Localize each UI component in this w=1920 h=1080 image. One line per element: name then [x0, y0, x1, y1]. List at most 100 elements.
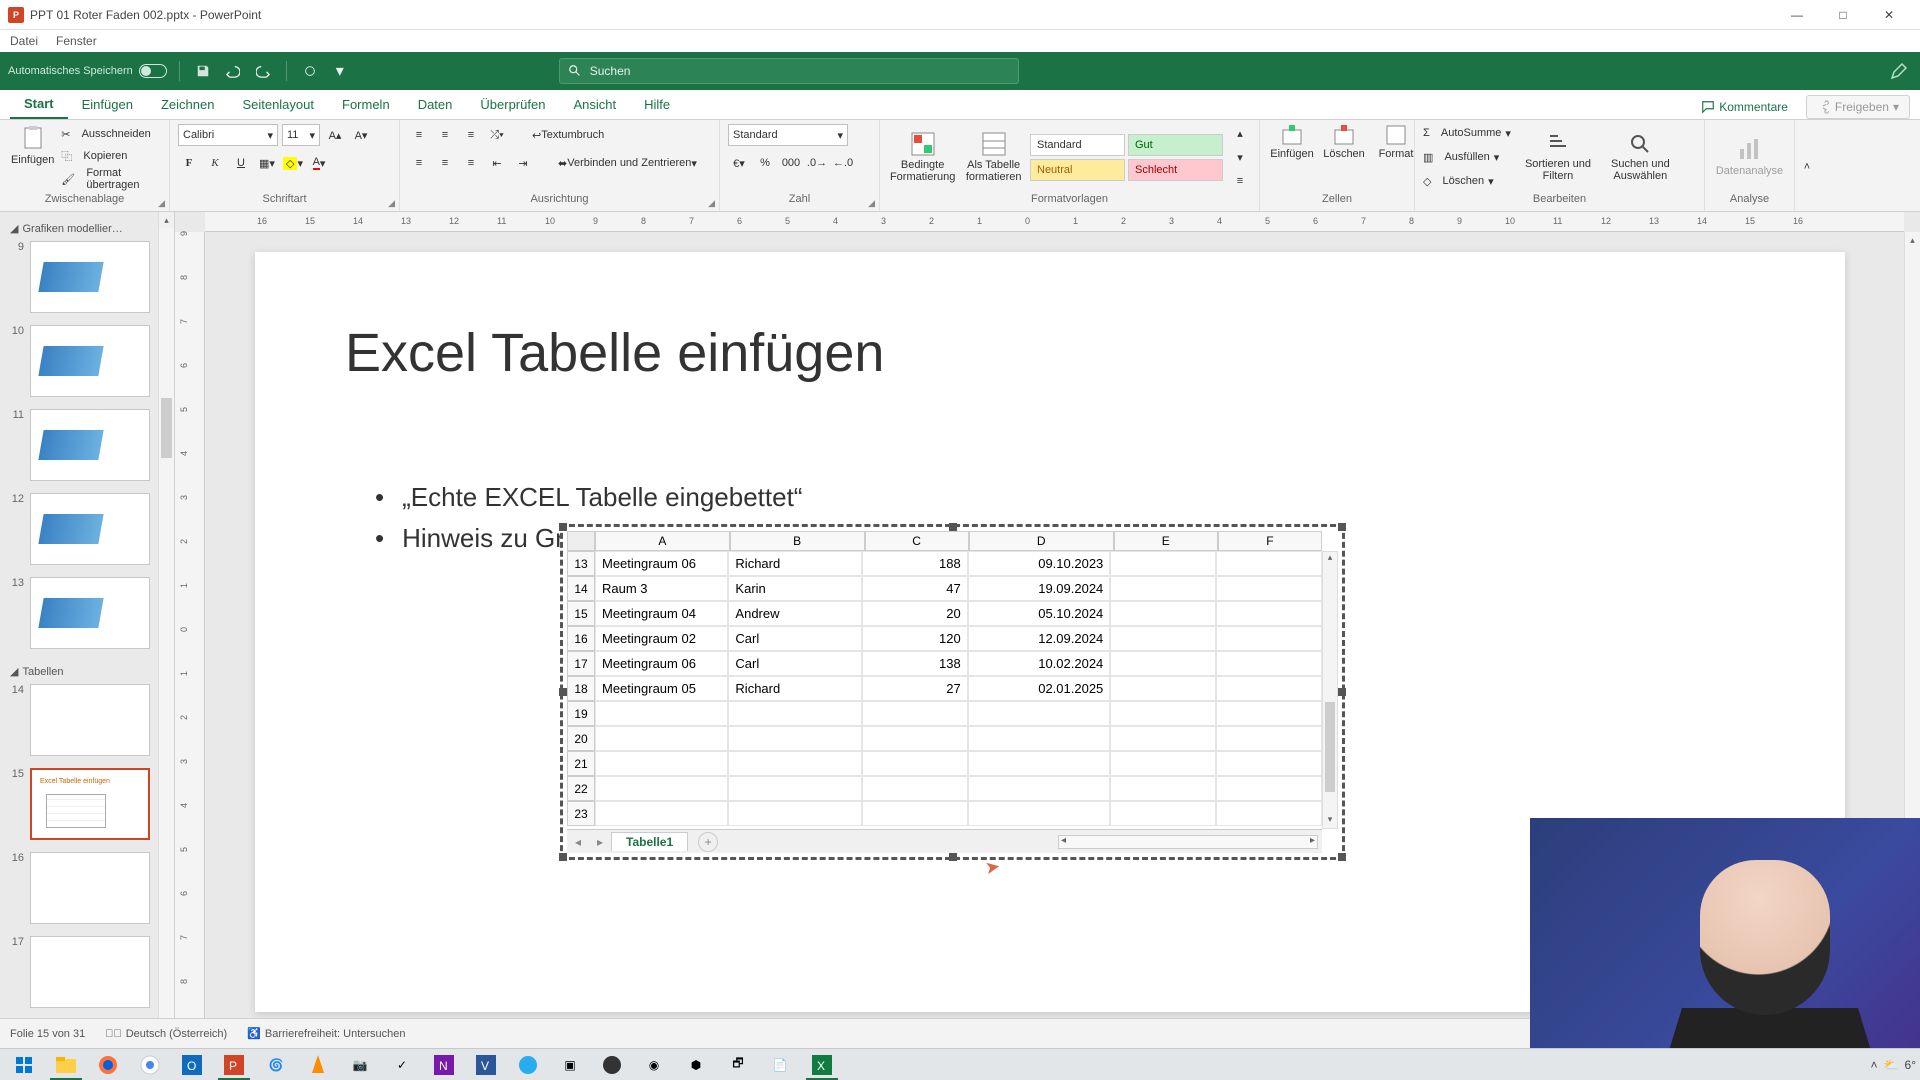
cell[interactable] — [968, 801, 1111, 826]
cell[interactable] — [1110, 676, 1216, 701]
currency-icon[interactable]: €▾ — [728, 152, 750, 174]
table-row[interactable]: 13Meetingraum 06Richard18809.10.2023 — [567, 551, 1322, 576]
percent-icon[interactable]: % — [754, 152, 776, 174]
cell[interactable] — [1216, 626, 1322, 651]
fill-button[interactable]: ▥ Ausfüllen ▾ — [1423, 146, 1511, 168]
cell[interactable] — [728, 776, 861, 801]
outlook-icon[interactable]: O — [172, 1050, 212, 1080]
cell[interactable]: 19.09.2024 — [968, 576, 1111, 601]
col-header-c[interactable]: C — [865, 531, 969, 551]
cell[interactable] — [1216, 676, 1322, 701]
cell[interactable] — [862, 751, 968, 776]
scroll-up-icon[interactable]: ▴ — [1323, 552, 1337, 566]
language-indicator[interactable]: �⃝Deutsch (Österreich) — [105, 1028, 227, 1040]
thumbnail[interactable]: 12 — [8, 493, 150, 565]
cell[interactable] — [968, 726, 1111, 751]
cell[interactable]: 27 — [862, 676, 968, 701]
close-button[interactable]: ✕ — [1866, 0, 1912, 30]
indent-dec-icon[interactable]: ⇤ — [486, 152, 508, 174]
scroll-handle[interactable] — [1325, 702, 1335, 792]
touch-mode-icon[interactable] — [299, 60, 321, 82]
tab-hilfe[interactable]: Hilfe — [630, 89, 684, 119]
format-painter-button[interactable]: 🖌 Format übertragen — [61, 168, 161, 190]
sort-filter-button[interactable]: Sortieren und Filtern — [1519, 132, 1597, 182]
select-all-corner[interactable] — [567, 531, 595, 551]
style-neutral[interactable]: Neutral — [1030, 159, 1125, 181]
cell[interactable]: Karin — [728, 576, 861, 601]
cell[interactable] — [1110, 801, 1216, 826]
table-row[interactable]: 14Raum 3Karin4719.09.2024 — [567, 576, 1322, 601]
fill-color-icon[interactable]: ◇▾ — [282, 152, 304, 174]
row-header[interactable]: 13 — [567, 551, 595, 576]
launcher-icon[interactable]: ◢ — [158, 198, 165, 209]
cell[interactable] — [1110, 751, 1216, 776]
app-icon[interactable]: 🗗 — [718, 1050, 758, 1080]
menu-fenster[interactable]: Fenster — [56, 34, 97, 48]
cell[interactable] — [862, 701, 968, 726]
cell[interactable] — [728, 701, 861, 726]
cell[interactable] — [728, 751, 861, 776]
col-header-f[interactable]: F — [1218, 531, 1322, 551]
cell[interactable]: Andrew — [728, 601, 861, 626]
cell[interactable] — [1216, 601, 1322, 626]
border-icon[interactable]: ▦▾ — [256, 152, 278, 174]
launcher-icon[interactable]: ◢ — [868, 198, 875, 209]
align-bottom-icon[interactable]: ≡ — [460, 124, 482, 146]
cell[interactable]: 10.02.2024 — [968, 651, 1111, 676]
autosave-toggle[interactable]: Automatisches Speichern — [8, 64, 167, 78]
cell[interactable] — [595, 751, 728, 776]
cell[interactable]: 138 — [862, 651, 968, 676]
row-header[interactable]: 15 — [567, 601, 595, 626]
slide-title[interactable]: Excel Tabelle einfügen — [345, 322, 884, 384]
cell-styles-gallery[interactable]: Standard Gut Neutral Schlecht — [1030, 134, 1223, 181]
col-header-a[interactable]: A — [595, 531, 730, 551]
table-row[interactable]: 20 — [567, 726, 1322, 751]
thumb-preview[interactable] — [30, 684, 150, 756]
onenote-icon[interactable]: N — [424, 1050, 464, 1080]
align-left-icon[interactable]: ≡ — [408, 152, 430, 174]
tab-ansicht[interactable]: Ansicht — [559, 89, 630, 119]
cell[interactable] — [728, 726, 861, 751]
cell[interactable] — [1216, 551, 1322, 576]
cell[interactable] — [1110, 726, 1216, 751]
sheet-nav-first-icon[interactable]: ◂ — [567, 835, 589, 849]
orientation-icon[interactable]: ⤮▾ — [486, 124, 508, 146]
cell[interactable] — [595, 776, 728, 801]
accessibility-checker[interactable]: ♿Barrierefreiheit: Untersuchen — [247, 1027, 405, 1040]
row-header[interactable]: 21 — [567, 751, 595, 776]
add-sheet-icon[interactable]: + — [698, 832, 718, 852]
cell[interactable]: 47 — [862, 576, 968, 601]
style-gut[interactable]: Gut — [1128, 134, 1223, 156]
thumbnail[interactable]: 13 — [8, 577, 150, 649]
wrap-text-button[interactable]: ↩ Textumbruch — [528, 124, 608, 146]
cell[interactable] — [1216, 801, 1322, 826]
cell[interactable] — [1110, 551, 1216, 576]
cell[interactable]: Meetingraum 06 — [595, 651, 728, 676]
table-row[interactable]: 15Meetingraum 04Andrew2005.10.2024 — [567, 601, 1322, 626]
shrink-font-icon[interactable]: A▾ — [350, 124, 372, 146]
underline-icon[interactable]: U — [230, 152, 252, 174]
powerpoint-icon[interactable]: P — [214, 1050, 254, 1080]
cell[interactable]: 12.09.2024 — [968, 626, 1111, 651]
camera-icon[interactable]: 📷 — [340, 1050, 380, 1080]
excel-icon[interactable]: X — [802, 1050, 842, 1080]
cell[interactable] — [595, 701, 728, 726]
firefox-icon[interactable] — [88, 1050, 128, 1080]
obs-icon[interactable] — [592, 1050, 632, 1080]
sheet-tab[interactable]: Tabelle1 — [611, 832, 688, 851]
number-format-combo[interactable]: Standard▾ — [728, 124, 848, 146]
sheet-hscroll[interactable] — [1058, 835, 1318, 849]
undo-icon[interactable] — [222, 60, 244, 82]
row-header[interactable]: 19 — [567, 701, 595, 726]
row-header[interactable]: 22 — [567, 776, 595, 801]
thumbnail[interactable]: 10 — [8, 325, 150, 397]
scroll-up-icon[interactable]: ▴ — [1905, 232, 1920, 248]
col-header-d[interactable]: D — [969, 531, 1114, 551]
align-middle-icon[interactable]: ≡ — [434, 124, 456, 146]
maximize-button[interactable]: □ — [1820, 0, 1866, 30]
col-header-b[interactable]: B — [730, 531, 865, 551]
embedded-excel-object[interactable]: A B C D E F 13Meetingraum 06Richard18809… — [560, 524, 1345, 860]
thumbnails-scrollbar[interactable]: ▴ ▾ — [158, 212, 174, 1050]
cell[interactable] — [862, 726, 968, 751]
thumb-preview[interactable] — [30, 936, 150, 1008]
